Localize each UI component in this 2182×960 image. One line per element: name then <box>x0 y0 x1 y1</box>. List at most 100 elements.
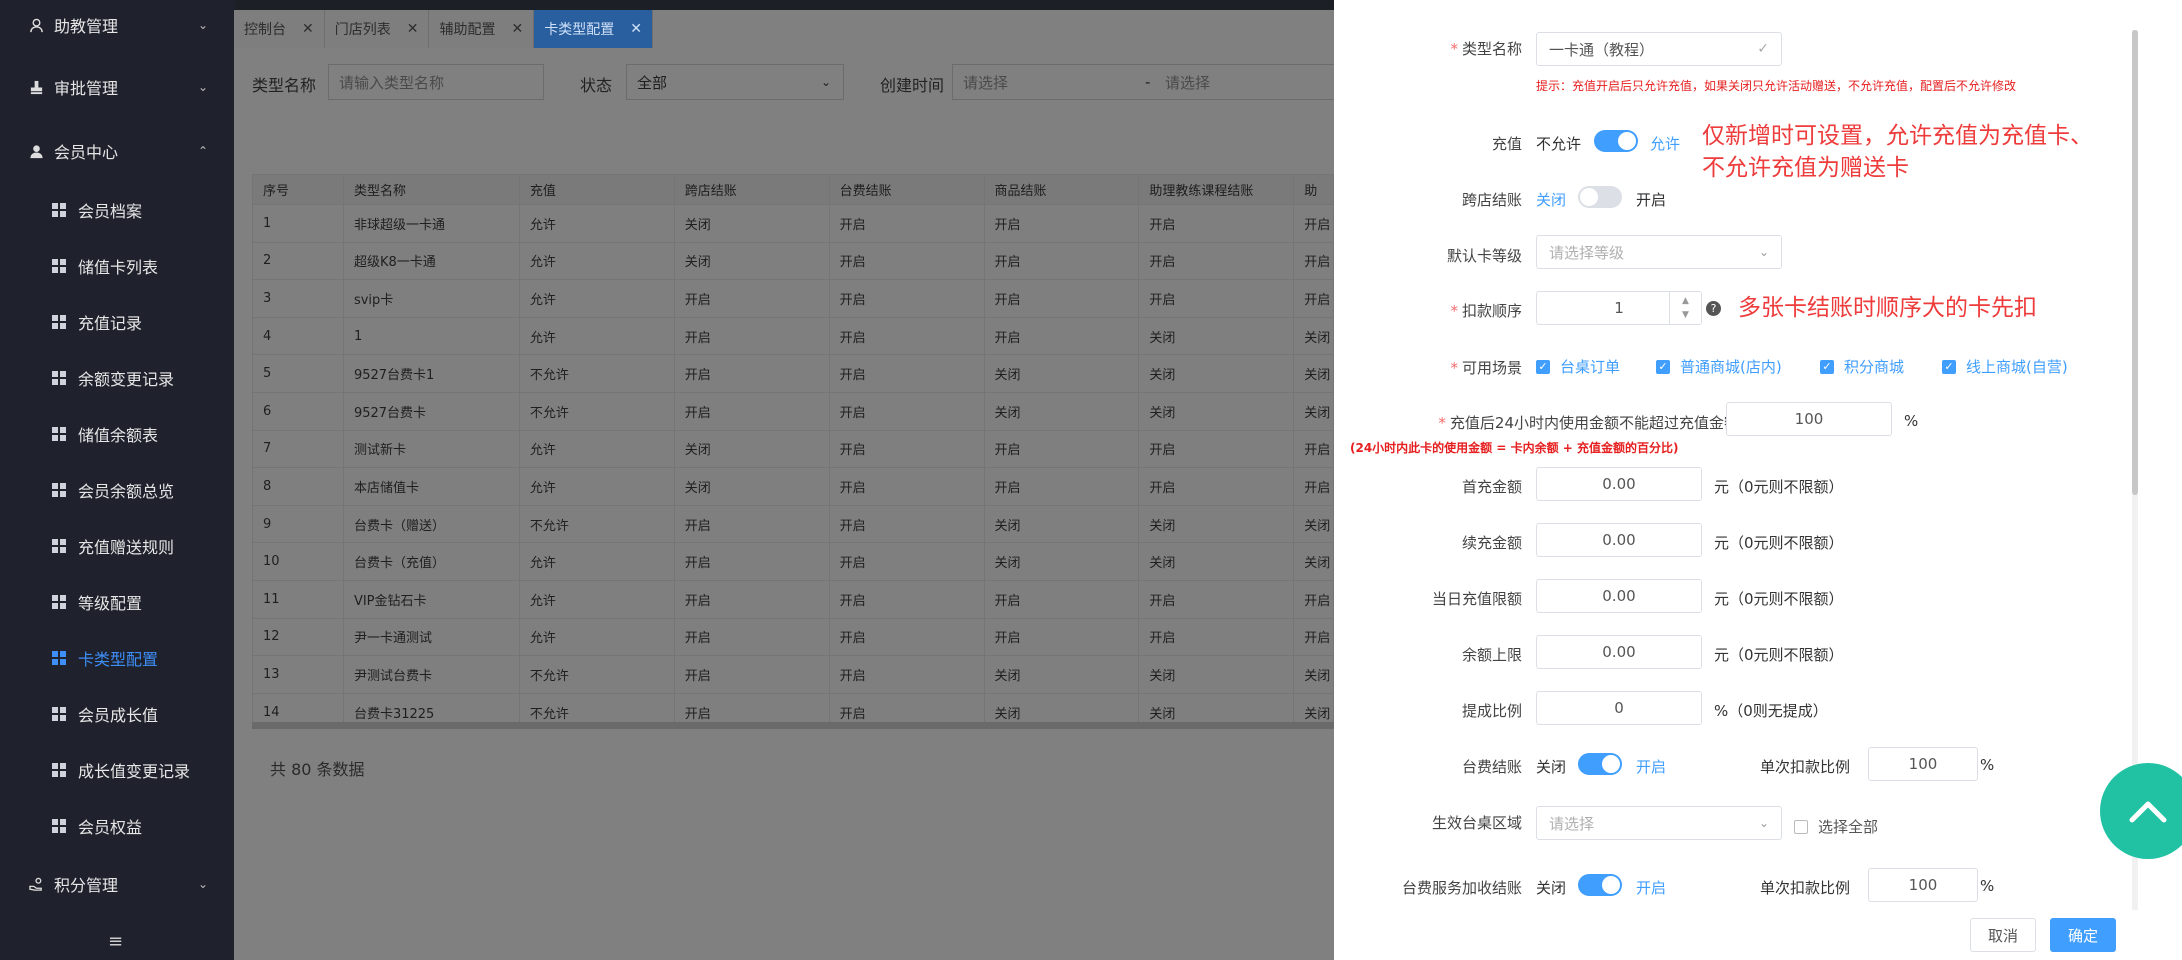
table-row: 7 测试新卡 允许 关闭 开启 开启 开启 开启 <box>252 429 1334 469</box>
close-icon[interactable]: ✕ <box>630 21 642 37</box>
table-cell: 9527台费卡1 <box>342 354 520 393</box>
sidebar-item-level-config[interactable]: 等级配置 <box>0 587 234 617</box>
table-cell: 不允许 <box>518 504 675 544</box>
placeholder: 请选择 <box>1549 814 1595 833</box>
placeholder: 请输入类型名称 <box>339 73 445 92</box>
sidebar-item-stored-card-list[interactable]: 储值卡列表 <box>0 251 234 281</box>
tab-card-type-config[interactable]: 卡类型配置 ✕ <box>534 10 653 48</box>
column-header: 商品结账 <box>983 174 1140 205</box>
input-value: 100 <box>1794 410 1824 428</box>
table-cell: 开启 <box>673 579 830 619</box>
close-icon[interactable]: ✕ <box>511 21 523 37</box>
scene-checkbox-online-mall[interactable]: ✓ 线上商城(自营) <box>1942 356 2068 377</box>
table-cell: 开启 <box>983 579 1140 619</box>
sidebar-item-member-benefits[interactable]: 会员权益 <box>0 811 234 841</box>
drawer-scrollbar-thumb[interactable] <box>2132 30 2138 495</box>
table-cell: 开启 <box>1293 204 1334 243</box>
close-icon[interactable]: ✕ <box>407 21 419 37</box>
sidebar-group-label: 助教管理 <box>54 17 119 36</box>
type-name-input[interactable]: 一卡通（教程） ✓ <box>1536 32 1782 66</box>
end-date-placeholder: 请选择 <box>1165 73 1211 92</box>
scene-checkbox-points-mall[interactable]: ✓ 积分商城 <box>1820 356 1904 377</box>
first-recharge-input[interactable]: 0.00 <box>1536 467 1702 501</box>
daily-limit-input[interactable]: 0.00 <box>1536 579 1702 613</box>
sidebar-item-stored-balance[interactable]: 储值余额表 <box>0 419 234 449</box>
sidebar-item-label: 会员成长值 <box>78 706 159 725</box>
sidebar-group-assistant[interactable]: 助教管理 ⌄ <box>0 10 234 40</box>
renew-recharge-input[interactable]: 0.00 <box>1536 523 1702 557</box>
chevron-down-icon: ⌄ <box>197 877 208 891</box>
cancel-button[interactable]: 取消 <box>1970 918 2036 952</box>
table-cell: 开启 <box>1293 429 1334 469</box>
scene-checkbox-table-order[interactable]: ✓ 台桌订单 <box>1536 356 1620 377</box>
grid-icon <box>52 427 66 441</box>
stepper-arrows-icon[interactable]: ▲ ▼ <box>1669 292 1701 324</box>
checkbox-checked-icon: ✓ <box>1820 359 1834 374</box>
table-horizontal-scrollbar[interactable] <box>252 722 1334 729</box>
table-cell: 关闭 <box>1293 542 1334 581</box>
table-cell: 开启 <box>828 316 985 356</box>
menu-icon[interactable]: ≡ <box>108 931 123 952</box>
sidebar-item-balance-changes[interactable]: 余额变更记录 <box>0 363 234 393</box>
recharge-toggle[interactable] <box>1594 130 1638 152</box>
confirm-button[interactable]: 确定 <box>2050 918 2116 952</box>
sidebar-group-members[interactable]: 会员中心 ⌃ <box>0 136 234 166</box>
table-cell: 11 <box>252 579 344 619</box>
input-value: 0.00 <box>1602 643 1636 661</box>
table-cell: 关闭 <box>1138 354 1295 393</box>
grid-icon <box>52 651 66 665</box>
service-fee-toggle[interactable] <box>1578 874 1622 896</box>
cross-store-off-text: 关闭 <box>1536 191 1567 209</box>
sidebar-item-growth-changes[interactable]: 成长值变更记录 <box>0 755 234 785</box>
sidebar-item-balance-overview[interactable]: 会员余额总览 <box>0 475 234 505</box>
table-fee-ratio-input[interactable]: 100 <box>1868 747 1978 781</box>
recharge-on-text: 允许 <box>1650 135 1681 153</box>
table-cell: 开启 <box>673 504 830 544</box>
table-cell: 开启 <box>1138 617 1295 657</box>
select-all-areas-checkbox[interactable]: 选择全部 <box>1794 816 1878 837</box>
close-icon[interactable]: ✕ <box>302 21 314 37</box>
date-range-picker[interactable]: 请选择 - 请选择 <box>952 64 1372 100</box>
table-cell: 超级K8一卡通 <box>342 241 520 281</box>
sidebar-item-recharge-bonus-rules[interactable]: 充值赠送规则 <box>0 531 234 561</box>
table-cell: 关闭 <box>983 504 1140 544</box>
cross-store-toggle[interactable] <box>1578 186 1622 208</box>
tab-bar: 控制台 ✕ 门店列表 ✕ 辅助配置 ✕ 卡类型配置 ✕ <box>234 10 653 48</box>
table-cell: 1 <box>252 204 344 243</box>
service-fee-ratio-input[interactable]: 100 <box>1868 868 1978 902</box>
table-cell: 允许 <box>518 429 675 469</box>
sidebar-group-label: 审批管理 <box>54 79 119 98</box>
sidebar-item-label: 储值卡列表 <box>78 258 159 277</box>
status-select[interactable]: 全部 ⌄ <box>626 64 844 100</box>
table-cell: 开启 <box>1138 279 1295 318</box>
type-name-search-input[interactable]: 请输入类型名称 <box>328 64 544 100</box>
limit24-input[interactable]: 100 <box>1726 402 1892 436</box>
recharge-annotation: 仅新增时可设置，允许充值为充值卡、 不允许充值为赠送卡 <box>1702 123 2093 181</box>
scene-checkbox-store-mall[interactable]: ✓ 普通商城(店内) <box>1656 356 1782 377</box>
table-fee-toggle[interactable] <box>1578 753 1622 775</box>
area-label: 生效台桌区域 <box>1431 814 1522 832</box>
tab-store-list[interactable]: 门店列表 ✕ <box>324 10 430 48</box>
input-value: 100 <box>1908 876 1938 894</box>
tab-aux-config[interactable]: 辅助配置 ✕ <box>429 10 535 48</box>
main-content: 控制台 ✕ 门店列表 ✕ 辅助配置 ✕ 卡类型配置 ✕ 类型名称 请输入类型名称 状态 … <box>234 0 1372 960</box>
sidebar-item-recharge-records[interactable]: 充值记录 <box>0 307 234 337</box>
deduct-order-stepper[interactable]: 1 ▲ ▼ <box>1536 291 1702 325</box>
sidebar-item-card-type-config[interactable]: 卡类型配置 <box>0 643 234 673</box>
help-icon[interactable]: ? <box>1706 301 1721 316</box>
table-cell: 尹测试台费卡 <box>342 655 520 694</box>
grid-icon <box>52 259 66 273</box>
commission-input[interactable]: 0 <box>1536 691 1702 725</box>
sidebar-item-label: 储值余额表 <box>78 426 159 445</box>
area-select[interactable]: 请选择 ⌄ <box>1536 806 1782 840</box>
balance-cap-input[interactable]: 0.00 <box>1536 635 1702 669</box>
sidebar-item-member-profile[interactable]: 会员档案 <box>0 195 234 225</box>
sidebar-group-points[interactable]: 积分管理 ⌄ <box>0 869 234 899</box>
table-cell: 关闭 <box>1293 655 1334 694</box>
sidebar-item-growth-value[interactable]: 会员成长值 <box>0 699 234 729</box>
default-level-select[interactable]: 请选择等级 ⌄ <box>1536 235 1782 269</box>
table-cell: 6 <box>252 391 344 431</box>
sidebar-group-approval[interactable]: 审批管理 ⌄ <box>0 72 234 102</box>
tab-console[interactable]: 控制台 ✕ <box>234 10 325 48</box>
members-icon <box>28 143 44 159</box>
